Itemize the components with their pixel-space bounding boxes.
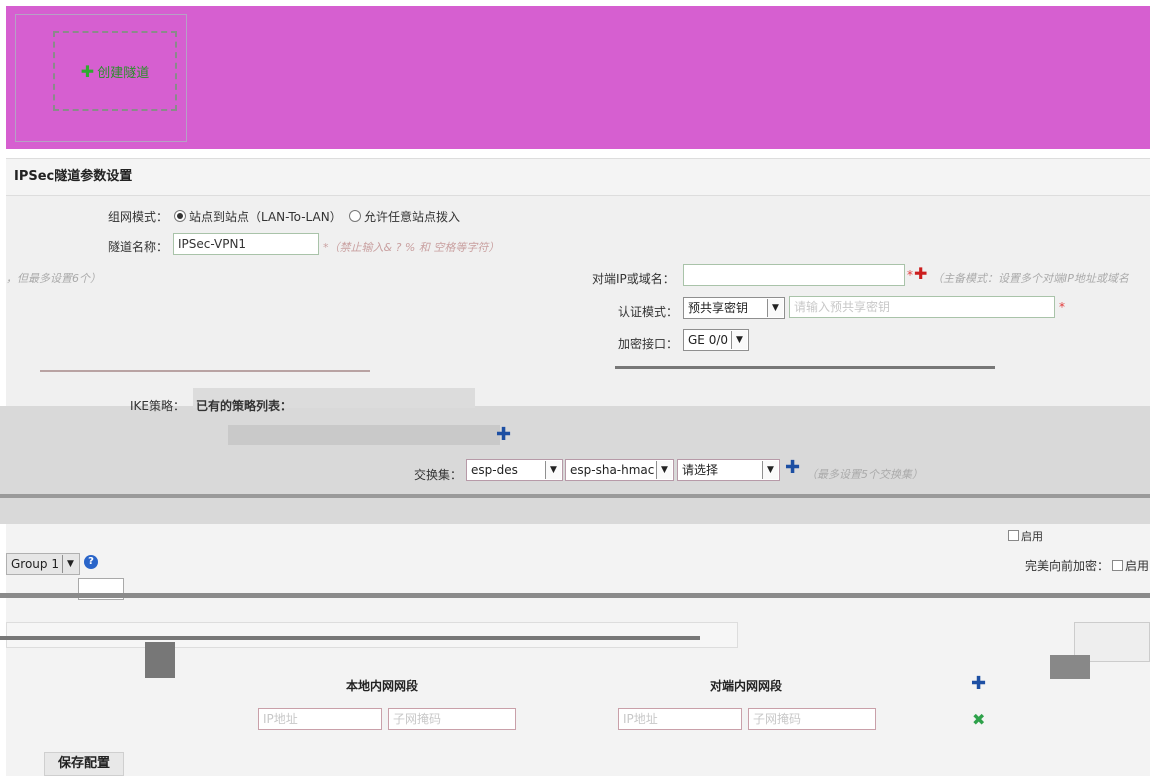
transform-hash-select[interactable]: esp-sha-hmac ▼: [565, 459, 674, 481]
banner: ✚ 创建隧道: [6, 6, 1150, 149]
save-button[interactable]: 保存配置: [44, 752, 124, 776]
checkbox-icon: [1112, 560, 1123, 571]
peer-hint: （主备模式：设置多个对端IP地址或域名: [932, 272, 1129, 285]
add-ike-icon[interactable]: ✚: [496, 424, 511, 445]
dh-group-select[interactable]: Group 1 ▼: [6, 553, 80, 575]
transform-extra-value: 请选择: [682, 463, 719, 477]
plus-icon: ✚: [80, 61, 95, 81]
transform-label: 交换集：: [414, 468, 463, 482]
chevron-down-icon: ▼: [767, 299, 783, 317]
artifact-strip: [145, 642, 175, 678]
transform-hint: （最多设置5个交换集）: [806, 468, 923, 481]
mode-radio-any[interactable]: 允许任意站点拨入: [349, 208, 460, 225]
artifact-strip: [0, 636, 700, 640]
mode-option-any-label: 允许任意站点拨入: [364, 210, 461, 224]
chevron-down-icon: ▼: [545, 461, 561, 479]
auth-select-value: 预共享密钥: [688, 301, 749, 315]
chevron-down-icon: ▼: [762, 461, 778, 479]
mode-label: 组网模式：: [108, 210, 169, 224]
peer-input[interactable]: [683, 264, 905, 286]
notice-strip: [6, 622, 738, 648]
ike-label: IKE策略：: [130, 399, 185, 413]
artifact-strip: [0, 494, 1150, 498]
create-tunnel-panel: ✚ 创建隧道: [15, 14, 187, 142]
remote-ip-input[interactable]: [618, 708, 742, 730]
auth-select[interactable]: 预共享密钥 ▼: [683, 297, 785, 319]
tunnel-name-hint: *（禁止输入& ? % 和 空格等字符）: [323, 241, 500, 254]
required-mark: *: [907, 268, 913, 282]
chevron-down-icon: ▼: [731, 331, 747, 349]
mode-radio-lan[interactable]: 站点到站点（LAN-To-LAN）: [174, 208, 342, 225]
add-transform-icon[interactable]: ✚: [785, 457, 800, 478]
tunnel-name-input[interactable]: [173, 233, 319, 255]
chevron-down-icon: ▼: [62, 555, 78, 573]
artifact-strip: [1050, 655, 1090, 679]
lower-area: [6, 524, 1150, 776]
checkbox-icon: [1008, 530, 1019, 541]
add-peer-icon[interactable]: ✚: [914, 264, 927, 283]
add-row-icon[interactable]: ✚: [971, 673, 986, 694]
transform-encryption-select[interactable]: esp-des ▼: [466, 459, 563, 481]
mode-option-lan-label: 站点到站点（LAN-To-LAN）: [189, 210, 342, 224]
required-mark: *: [1059, 300, 1065, 314]
local-ip-input[interactable]: [258, 708, 382, 730]
col-remote-header: 对端内网网段: [710, 679, 783, 693]
local-mask-input[interactable]: [388, 708, 516, 730]
dh-group-value: Group 1: [11, 557, 59, 571]
ike-row-artifact: [228, 425, 500, 445]
artifact-strip: [40, 370, 370, 372]
pfs-enable-label: 启用: [1125, 559, 1150, 573]
create-tunnel-label: 创建隧道: [97, 65, 150, 81]
peer-label: 对端IP或域名：: [592, 272, 675, 286]
iface-select[interactable]: GE 0/0 ▼: [683, 329, 749, 351]
transform-extra-select[interactable]: 请选择 ▼: [677, 459, 780, 481]
delete-row-icon[interactable]: ✖: [972, 710, 985, 729]
tunnel-name-label: 隧道名称：: [108, 240, 169, 254]
iface-select-value: GE 0/0: [688, 333, 729, 347]
radio-icon: [174, 210, 186, 222]
transform-hash-value: esp-sha-hmac: [570, 463, 655, 477]
col-local-header: 本地内网网段: [346, 679, 419, 693]
pfs-checkbox[interactable]: 启用: [1112, 557, 1149, 574]
pfs-label: 完美向前加密：: [1025, 559, 1110, 573]
create-tunnel-button[interactable]: ✚ 创建隧道: [53, 31, 177, 111]
help-icon[interactable]: ?: [84, 555, 98, 569]
iface-label: 加密接口：: [618, 337, 679, 351]
advanced-checkbox[interactable]: 启用: [1008, 528, 1043, 544]
artifact-strip: [0, 593, 1150, 598]
chevron-down-icon: ▼: [656, 461, 672, 479]
advanced-enable-label: 启用: [1021, 530, 1043, 543]
remote-mask-input[interactable]: [748, 708, 876, 730]
left-hint: ，但最多设置6个）: [6, 272, 101, 285]
preshared-key-input[interactable]: [789, 296, 1055, 318]
auth-label: 认证模式：: [618, 305, 679, 319]
ike-policy-value: 已有的策略列表：: [196, 399, 293, 413]
radio-icon: [349, 210, 361, 222]
transform-encryption-value: esp-des: [471, 463, 518, 477]
section-title: IPSec隧道参数设置: [6, 158, 1150, 196]
artifact-strip: [615, 366, 995, 369]
